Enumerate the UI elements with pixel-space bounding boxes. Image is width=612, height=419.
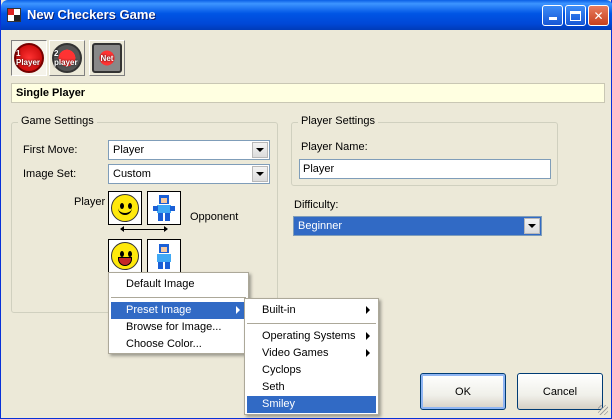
- menu-separator: [247, 323, 376, 324]
- close-icon: ✕: [593, 8, 604, 23]
- mode-info-bar: Single Player: [11, 83, 605, 103]
- menu-item-label: Built-in: [262, 304, 296, 316]
- resize-grip[interactable]: [598, 405, 608, 415]
- image-context-menu: Default Image Preset Image Browse for Im…: [108, 272, 249, 354]
- player-piece-image[interactable]: [108, 191, 142, 225]
- difficulty-label: Difficulty:: [294, 199, 339, 211]
- minimize-button[interactable]: [542, 5, 563, 26]
- megaman-icon: [157, 244, 171, 269]
- smiley-icon: [111, 194, 139, 222]
- cancel-button-label: Cancel: [542, 385, 578, 398]
- difficulty-value: Beginner: [298, 220, 343, 232]
- one-player-button[interactable]: 1 Player: [11, 40, 47, 76]
- player-name-input[interactable]: Player: [299, 159, 551, 179]
- smiley-icon: [111, 242, 139, 270]
- window-title: New Checkers Game: [27, 7, 156, 22]
- maximize-button[interactable]: [565, 5, 586, 26]
- one-player-label: 1 Player: [16, 49, 41, 67]
- preset-submenu: Built-in Operating Systems Video Games C…: [244, 298, 379, 415]
- submenu-item-video-games[interactable]: Video Games: [247, 345, 376, 362]
- submenu-arrow-icon: [366, 332, 370, 340]
- submenu-item-seth[interactable]: Seth: [247, 379, 376, 396]
- menu-item-preset-image[interactable]: Preset Image: [111, 302, 246, 319]
- chevron-down-icon[interactable]: [252, 142, 268, 158]
- player-name-label: Player Name:: [301, 141, 368, 153]
- net-label: Net: [100, 53, 114, 63]
- opponent-preview-image[interactable]: [147, 239, 181, 273]
- minimize-icon: [548, 17, 557, 20]
- submenu-item-cyclops[interactable]: Cyclops: [247, 362, 376, 379]
- megaman-icon: [153, 195, 175, 221]
- first-move-dropdown[interactable]: Player: [108, 140, 270, 160]
- cancel-button[interactable]: Cancel: [517, 373, 603, 410]
- game-settings-legend: Game Settings: [18, 115, 97, 127]
- opponent-image-label: Opponent: [190, 211, 239, 223]
- network-button[interactable]: Net: [89, 40, 125, 76]
- two-player-label: 2 player: [54, 49, 78, 67]
- ok-button[interactable]: OK: [420, 373, 506, 410]
- maximize-icon: [570, 10, 581, 21]
- red-checker-icon: 1 Player: [14, 43, 44, 73]
- difficulty-dropdown[interactable]: Beginner: [293, 216, 542, 236]
- network-computer-icon: Net: [92, 43, 122, 73]
- chevron-down-icon[interactable]: [524, 218, 540, 234]
- menu-item-label: Preset Image: [126, 304, 192, 316]
- swap-arrow: [120, 226, 168, 232]
- first-move-label: First Move:: [23, 144, 78, 156]
- menu-item-default-image[interactable]: Default Image: [111, 276, 246, 293]
- submenu-arrow-icon: [236, 306, 240, 314]
- menu-item-browse-image[interactable]: Browse for Image...: [111, 319, 246, 336]
- player-settings-legend: Player Settings: [298, 115, 378, 127]
- title-bar[interactable]: New Checkers Game ✕: [1, 0, 612, 30]
- menu-item-label: Video Games: [262, 347, 329, 359]
- two-checkers-icon: 2 player: [52, 43, 82, 73]
- ok-button-label: OK: [455, 385, 471, 398]
- player-image-label: Player: [74, 196, 106, 208]
- menu-item-choose-color[interactable]: Choose Color...: [111, 336, 246, 353]
- submenu-arrow-icon: [366, 349, 370, 357]
- two-player-button[interactable]: 2 player: [49, 40, 85, 76]
- app-icon: [7, 8, 21, 22]
- close-button[interactable]: ✕: [588, 5, 609, 26]
- image-set-label: Image Set:: [23, 168, 77, 180]
- menu-separator: [111, 297, 246, 298]
- image-set-dropdown[interactable]: Custom: [108, 164, 270, 184]
- opponent-piece-image[interactable]: [147, 191, 181, 225]
- submenu-item-smiley[interactable]: Smiley: [247, 396, 376, 413]
- checkers-dialog: New Checkers Game ✕ 1 Player 2 player Ne…: [0, 0, 612, 419]
- submenu-arrow-icon: [366, 306, 370, 314]
- first-move-value: Player: [113, 144, 145, 156]
- player-preview-image[interactable]: [108, 239, 142, 273]
- menu-item-label: Operating Systems: [262, 330, 356, 342]
- submenu-item-operating-systems[interactable]: Operating Systems: [247, 328, 376, 345]
- chevron-down-icon[interactable]: [252, 166, 268, 182]
- submenu-item-built-in[interactable]: Built-in: [247, 302, 376, 319]
- image-set-value: Custom: [113, 168, 151, 180]
